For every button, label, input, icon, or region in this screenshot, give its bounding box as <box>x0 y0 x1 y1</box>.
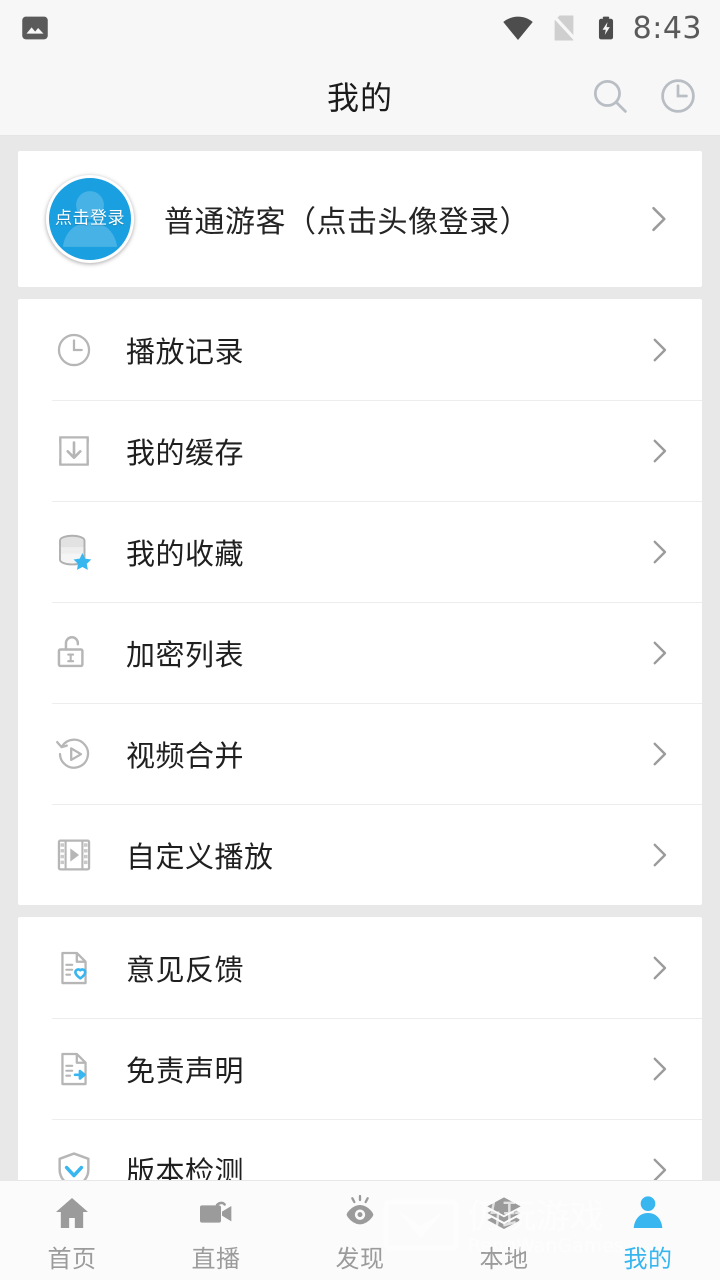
list-item-custom-playback[interactable]: 自定义播放 <box>18 804 702 905</box>
history-clock-icon[interactable] <box>656 74 700 118</box>
list-item-label: 视频合并 <box>126 738 245 773</box>
list-item-label: 我的收藏 <box>126 536 245 571</box>
header-actions <box>588 56 700 136</box>
list-item-label: 播放记录 <box>126 334 245 369</box>
list-item-feedback[interactable]: 意见反馈 <box>18 917 702 1018</box>
app-screen: 8:43 我的 点击登录 普通游客（点击头像登录） 播放记录 我的缓存 我的收藏… <box>0 0 720 1280</box>
status-bar-right: 8:43 <box>501 11 702 46</box>
tab-live[interactable]: 直播 <box>144 1181 288 1280</box>
list-item-label: 免责声明 <box>126 1053 245 1088</box>
bottom-tab-bar: 首页 直播 发现 本地 我的 <box>0 1180 720 1280</box>
unlock-icon <box>52 631 96 675</box>
replay-play-icon <box>52 732 96 776</box>
profile-name: 普通游客（点击头像登录） <box>164 205 530 240</box>
menu-card-main: 播放记录 我的缓存 我的收藏 加密列表 视频合并 自定义播放 <box>18 299 702 905</box>
profile-row[interactable]: 点击登录 普通游客（点击头像登录） <box>18 151 702 287</box>
layers-icon <box>487 1197 521 1229</box>
list-item-label: 我的缓存 <box>126 435 245 470</box>
avatar[interactable]: 点击登录 <box>46 175 134 263</box>
profile-card[interactable]: 点击登录 普通游客（点击头像登录） <box>18 151 702 287</box>
page-title: 我的 <box>326 78 393 117</box>
search-icon[interactable] <box>588 74 632 118</box>
chevron-right-icon <box>653 540 667 563</box>
list-item-disclaimer[interactable]: 免责声明 <box>18 1018 702 1119</box>
tab-label: 我的 <box>623 1245 673 1273</box>
list-item-video-merge[interactable]: 视频合并 <box>18 703 702 804</box>
chevron-right-icon <box>653 956 667 979</box>
wifi-icon <box>502 16 533 41</box>
person-icon <box>633 1196 663 1228</box>
scroll-content[interactable]: 点击登录 普通游客（点击头像登录） 播放记录 我的缓存 我的收藏 加密列表 视频… <box>0 137 720 1180</box>
chevron-right-icon <box>653 439 667 462</box>
clock-icon <box>52 328 96 372</box>
document-heart-icon <box>52 946 96 990</box>
list-item-label: 意见反馈 <box>126 952 245 987</box>
page-header: 我的 <box>0 56 720 136</box>
list-item-label: 版本检测 <box>126 1154 245 1181</box>
list-item-my-cache[interactable]: 我的缓存 <box>18 400 702 501</box>
tab-mine[interactable]: 我的 <box>576 1181 720 1280</box>
tab-label: 发现 <box>335 1245 385 1273</box>
download-box-icon <box>52 429 96 473</box>
chevron-right-icon <box>653 641 667 664</box>
tab-discover[interactable]: 发现 <box>288 1181 432 1280</box>
avatar-login-label: 点击登录 <box>55 208 125 229</box>
chevron-right-icon <box>653 338 667 361</box>
tab-local[interactable]: 本地 <box>432 1181 576 1280</box>
chevron-right-icon <box>653 843 667 866</box>
chevron-right-icon <box>653 1158 667 1180</box>
list-item-playback-history[interactable]: 播放记录 <box>18 299 702 400</box>
camera-icon <box>200 1201 232 1223</box>
list-item-label: 加密列表 <box>126 637 245 672</box>
database-star-icon <box>52 530 96 574</box>
menu-card-about: 意见反馈 免责声明 版本检测 <box>18 917 702 1180</box>
tab-home[interactable]: 首页 <box>0 1181 144 1280</box>
status-bar: 8:43 <box>0 0 720 56</box>
tab-label: 直播 <box>191 1245 241 1273</box>
tab-label: 本地 <box>479 1245 529 1273</box>
chevron-right-icon <box>652 206 666 232</box>
tab-label: 首页 <box>47 1245 97 1273</box>
chevron-right-icon <box>653 1057 667 1080</box>
battery-charging-icon <box>598 16 613 40</box>
list-item-label: 自定义播放 <box>126 839 274 874</box>
shield-check-icon <box>52 1148 96 1180</box>
status-bar-left <box>18 11 52 45</box>
status-bar-clock: 8:43 <box>632 10 702 46</box>
eye-icon <box>346 1194 374 1225</box>
list-item-my-favorites[interactable]: 我的收藏 <box>18 501 702 602</box>
no-sim-icon <box>551 13 577 41</box>
image-notification-icon <box>22 16 48 40</box>
film-play-icon <box>52 833 96 877</box>
home-icon <box>56 1198 88 1228</box>
chevron-right-icon <box>653 742 667 765</box>
list-item-version-check[interactable]: 版本检测 <box>18 1119 702 1180</box>
list-item-encrypted-list[interactable]: 加密列表 <box>18 602 702 703</box>
document-arrow-icon <box>52 1047 96 1091</box>
